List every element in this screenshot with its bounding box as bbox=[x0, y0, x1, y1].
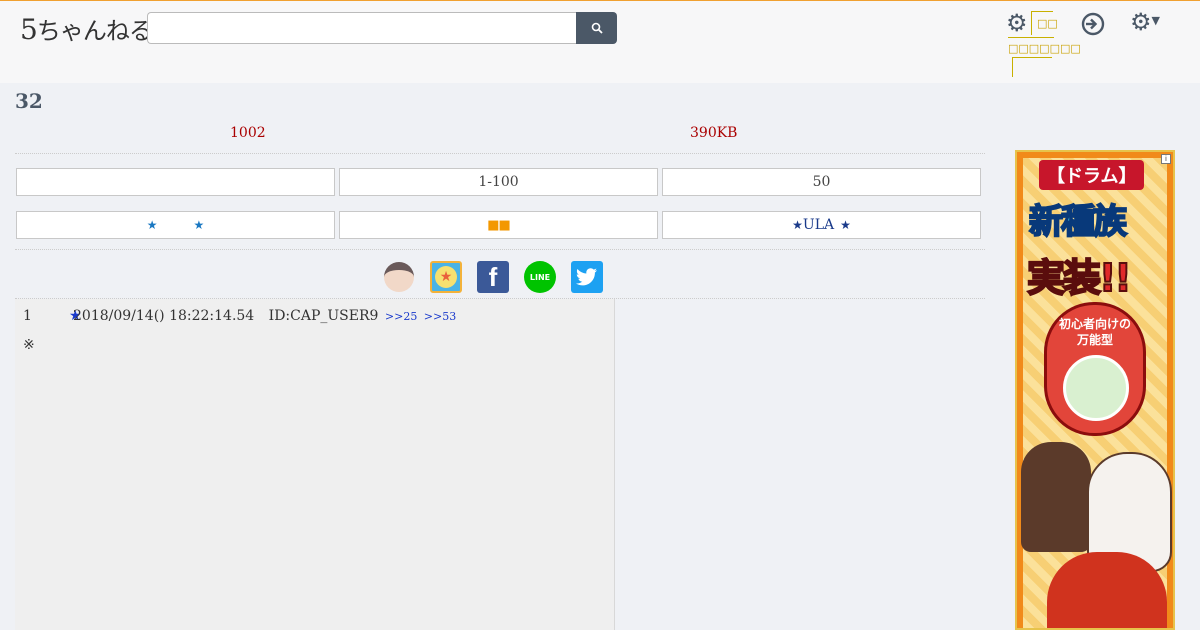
mini-label-1: □□ bbox=[1037, 17, 1058, 30]
nav-button-label: 50 bbox=[812, 174, 831, 190]
ad-banner[interactable]: i 【ドラム】 新種族 実装!! 初心者向けの 万能型 bbox=[1015, 150, 1175, 630]
post-ref-link[interactable]: >>53 bbox=[424, 310, 456, 323]
action-button-ula[interactable]: ★ ULA ★ bbox=[662, 211, 981, 239]
divider bbox=[15, 153, 985, 154]
star-icon: ★ bbox=[792, 218, 803, 232]
post-header: 2018/09/14() 18:22:14.54 ID:CAP_USER9 >>… bbox=[73, 308, 456, 324]
ad-character-cat bbox=[1021, 442, 1091, 552]
action-button-favorite[interactable]: ★ ★ bbox=[16, 211, 335, 239]
thread-size: 390KB bbox=[690, 125, 738, 141]
search-input[interactable] bbox=[147, 12, 577, 44]
frame-decoration-2 bbox=[1012, 57, 1052, 77]
search-button[interactable] bbox=[576, 12, 617, 44]
search-icon bbox=[591, 22, 603, 34]
ad-badge: 初心者向けの 万能型 bbox=[1044, 302, 1146, 436]
ad-tag: 【ドラム】 bbox=[1039, 160, 1145, 190]
action-button-orange[interactable]: ■■ bbox=[339, 211, 658, 239]
post-number[interactable]: 1 bbox=[23, 308, 32, 324]
facebook-icon[interactable]: f bbox=[477, 261, 509, 293]
gear-dropdown-icon[interactable]: ⚙▼ bbox=[1130, 10, 1160, 34]
nav-button-range[interactable]: 1-100 bbox=[339, 168, 658, 196]
post-id[interactable]: ID:CAP_USER9 bbox=[269, 308, 379, 324]
ad-info-icon[interactable]: i bbox=[1161, 154, 1171, 164]
mini-label-2: □□□□□□□ bbox=[1008, 42, 1081, 55]
thread-title: 32 bbox=[15, 89, 43, 113]
site-logo[interactable]: 5ちゃんねる bbox=[20, 11, 158, 46]
search-bar bbox=[147, 12, 617, 44]
line-glyph: LINE bbox=[524, 261, 556, 293]
ad-headline-1: 新種族 bbox=[1028, 201, 1128, 243]
site-header: 5ちゃんねる ⚙ □□ □□□□□□□ ⚙▼ bbox=[0, 0, 1200, 83]
facebook-glyph: f bbox=[488, 261, 498, 292]
nav-button-label: 1-100 bbox=[478, 174, 519, 190]
line-icon[interactable]: LINE bbox=[524, 261, 556, 293]
nav-button-all[interactable] bbox=[16, 168, 335, 196]
star-icon: ★ bbox=[146, 218, 158, 232]
post-ref-link[interactable]: >>25 bbox=[385, 310, 417, 323]
action-button-label: ■■ bbox=[487, 217, 511, 233]
post-body-mark: ※ bbox=[23, 337, 35, 353]
post-panel: 1 ★ 2018/09/14() 18:22:14.54 ID:CAP_USER… bbox=[15, 299, 615, 630]
ad-badge-line: 初心者向けの bbox=[1058, 317, 1131, 331]
twitter-icon[interactable] bbox=[571, 261, 603, 293]
logo-number: 5 bbox=[20, 13, 38, 46]
post-datetime: 2018/09/14() 18:22:14.54 bbox=[73, 308, 255, 324]
app-icon-inner: ★ bbox=[435, 266, 457, 288]
ad-badge-line: 万能型 bbox=[1076, 332, 1113, 347]
settings-gear-icon[interactable]: ⚙ bbox=[1006, 11, 1028, 35]
twitter-bird bbox=[576, 268, 597, 286]
app-icon[interactable]: ★ bbox=[430, 261, 462, 293]
action-button-label: ULA bbox=[802, 217, 835, 233]
star-icon: ★ bbox=[193, 218, 205, 232]
frame-line bbox=[1008, 37, 1054, 38]
ad-character-dress bbox=[1047, 552, 1167, 628]
login-icon[interactable] bbox=[1080, 11, 1106, 41]
star-icon: ★ bbox=[840, 218, 851, 232]
logo-text: ちゃんねる bbox=[36, 17, 153, 45]
ad-headline-2: 実装!! bbox=[1026, 255, 1133, 301]
reply-count: 1002 bbox=[230, 125, 266, 141]
nav-button-latest[interactable]: 50 bbox=[662, 168, 981, 196]
ad-badge-text: 初心者向けの 万能型 bbox=[1047, 317, 1143, 348]
character-face bbox=[384, 262, 414, 292]
ad-character-portrait bbox=[1063, 355, 1129, 421]
character-icon[interactable] bbox=[383, 261, 415, 293]
divider bbox=[15, 249, 985, 250]
